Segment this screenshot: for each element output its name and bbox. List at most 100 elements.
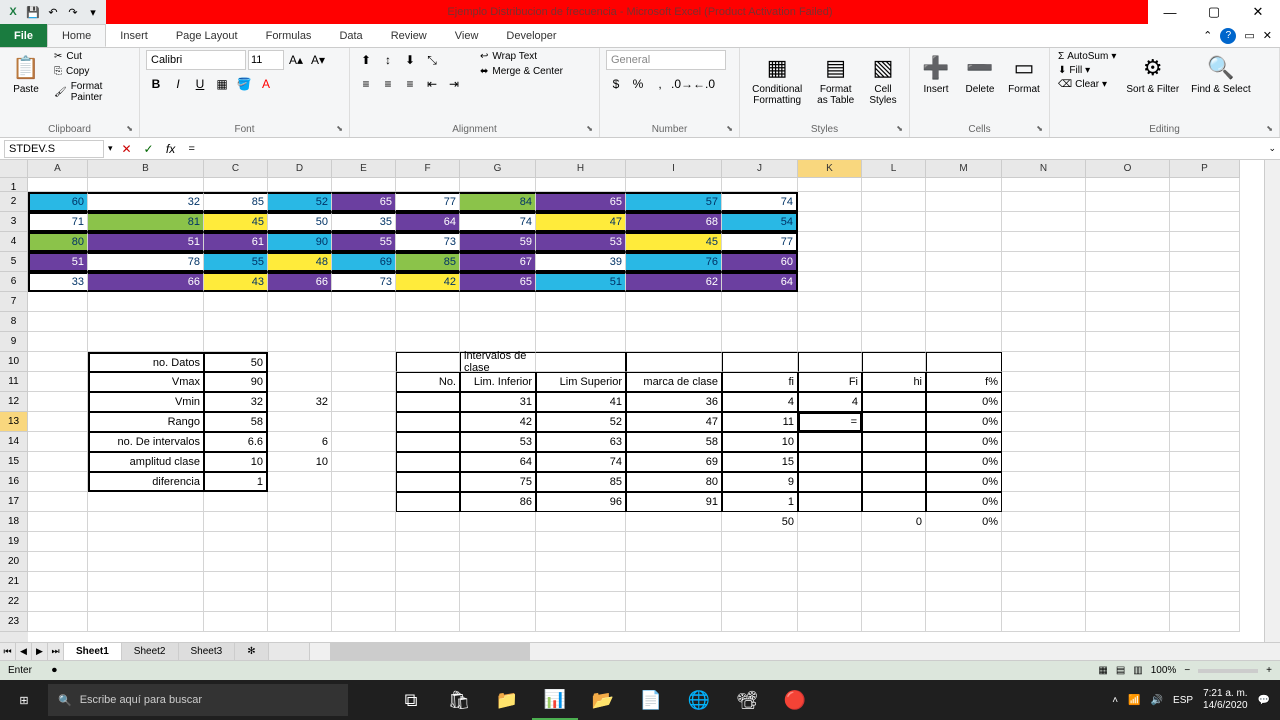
cell[interactable]: marca de clase <box>626 372 722 392</box>
cell[interactable] <box>88 332 204 352</box>
cell[interactable] <box>268 532 332 552</box>
cell[interactable] <box>1170 452 1240 472</box>
cell[interactable] <box>88 592 204 612</box>
cell[interactable] <box>1002 432 1086 452</box>
cell[interactable] <box>396 452 460 472</box>
cell[interactable] <box>798 332 862 352</box>
cell[interactable] <box>626 312 722 332</box>
cell[interactable] <box>1170 592 1240 612</box>
cell[interactable] <box>396 612 460 632</box>
cell[interactable] <box>1086 352 1170 372</box>
cell[interactable]: 32 <box>88 192 204 212</box>
new-sheet-button[interactable]: ✻ <box>235 643 268 660</box>
cell[interactable]: 77 <box>722 232 798 252</box>
cell[interactable]: 0% <box>926 512 1002 532</box>
cell[interactable] <box>396 292 460 312</box>
cell[interactable] <box>204 292 268 312</box>
cell[interactable] <box>28 352 88 372</box>
cell[interactable] <box>1002 452 1086 472</box>
zoom-in-icon[interactable]: + <box>1266 665 1272 676</box>
cell[interactable] <box>926 572 1002 592</box>
cell[interactable] <box>1086 272 1170 292</box>
cell[interactable] <box>460 512 536 532</box>
cell[interactable]: 51 <box>88 232 204 252</box>
decrease-decimal-icon[interactable]: ←.0 <box>694 74 714 94</box>
cell[interactable] <box>268 332 332 352</box>
cell-styles-button[interactable]: ▧Cell Styles <box>863 50 903 108</box>
cell[interactable]: 80 <box>626 472 722 492</box>
cell[interactable]: 47 <box>626 412 722 432</box>
close-button[interactable]: ✕ <box>1236 0 1280 24</box>
cell[interactable]: 42 <box>396 272 460 292</box>
cell[interactable]: 31 <box>460 392 536 412</box>
cell[interactable] <box>926 272 1002 292</box>
percent-icon[interactable]: % <box>628 74 648 94</box>
tab-view[interactable]: View <box>441 24 493 47</box>
cell[interactable] <box>268 292 332 312</box>
cell[interactable]: hi <box>862 372 926 392</box>
insert-cells-button[interactable]: ➕Insert <box>916 50 956 97</box>
cell[interactable] <box>722 312 798 332</box>
cell[interactable] <box>926 312 1002 332</box>
cell[interactable] <box>204 552 268 572</box>
cell[interactable]: 0% <box>926 412 1002 432</box>
cell[interactable]: 1 <box>204 472 268 492</box>
cell[interactable]: no. De intervalos <box>88 432 204 452</box>
save-icon[interactable]: 💾 <box>24 3 42 21</box>
cell[interactable] <box>28 472 88 492</box>
cell[interactable] <box>722 352 798 372</box>
cell[interactable] <box>862 212 926 232</box>
name-box[interactable] <box>4 140 104 158</box>
cell[interactable]: Vmin <box>88 392 204 412</box>
cell[interactable] <box>28 312 88 332</box>
cell[interactable] <box>88 552 204 572</box>
cell[interactable] <box>926 212 1002 232</box>
cell[interactable] <box>862 332 926 352</box>
tab-insert[interactable]: Insert <box>106 24 162 47</box>
cell[interactable] <box>1170 372 1240 392</box>
cell[interactable] <box>1170 412 1240 432</box>
cancel-formula-icon[interactable]: ✕ <box>117 139 137 159</box>
cell[interactable] <box>396 512 460 532</box>
cell[interactable]: 9 <box>722 472 798 492</box>
cell[interactable] <box>204 572 268 592</box>
cell[interactable] <box>798 572 862 592</box>
cell[interactable] <box>1002 332 1086 352</box>
cell[interactable] <box>1002 312 1086 332</box>
cell[interactable] <box>268 552 332 572</box>
cell[interactable]: 43 <box>204 272 268 292</box>
cell[interactable] <box>332 612 396 632</box>
cell[interactable]: 53 <box>460 432 536 452</box>
cell[interactable] <box>1086 372 1170 392</box>
cell[interactable] <box>798 178 862 192</box>
cell[interactable] <box>460 592 536 612</box>
cell[interactable] <box>268 412 332 432</box>
cell[interactable]: Rango <box>88 412 204 432</box>
cell[interactable] <box>268 512 332 532</box>
cell[interactable] <box>1170 532 1240 552</box>
cell[interactable] <box>396 432 460 452</box>
cell[interactable] <box>1170 312 1240 332</box>
cell[interactable] <box>332 532 396 552</box>
cell[interactable]: 62 <box>626 272 722 292</box>
cell[interactable] <box>28 452 88 472</box>
cell[interactable]: 15 <box>722 452 798 472</box>
cell[interactable] <box>1002 472 1086 492</box>
sheet-nav-prev[interactable]: ◀ <box>16 643 32 660</box>
cell[interactable]: 74 <box>536 452 626 472</box>
cell[interactable] <box>28 332 88 352</box>
cell[interactable] <box>626 572 722 592</box>
cell[interactable]: 69 <box>332 252 396 272</box>
taskbar-search[interactable]: 🔍 Escribe aquí para buscar <box>48 684 348 716</box>
cell[interactable] <box>798 552 862 572</box>
cell[interactable] <box>268 312 332 332</box>
cell[interactable] <box>268 372 332 392</box>
explorer-icon[interactable]: 📁 <box>484 680 530 720</box>
cell[interactable] <box>460 312 536 332</box>
cell[interactable] <box>460 178 536 192</box>
cell[interactable] <box>88 532 204 552</box>
cell[interactable] <box>926 612 1002 632</box>
cell[interactable] <box>268 492 332 512</box>
cell[interactable] <box>396 392 460 412</box>
cell[interactable] <box>28 532 88 552</box>
